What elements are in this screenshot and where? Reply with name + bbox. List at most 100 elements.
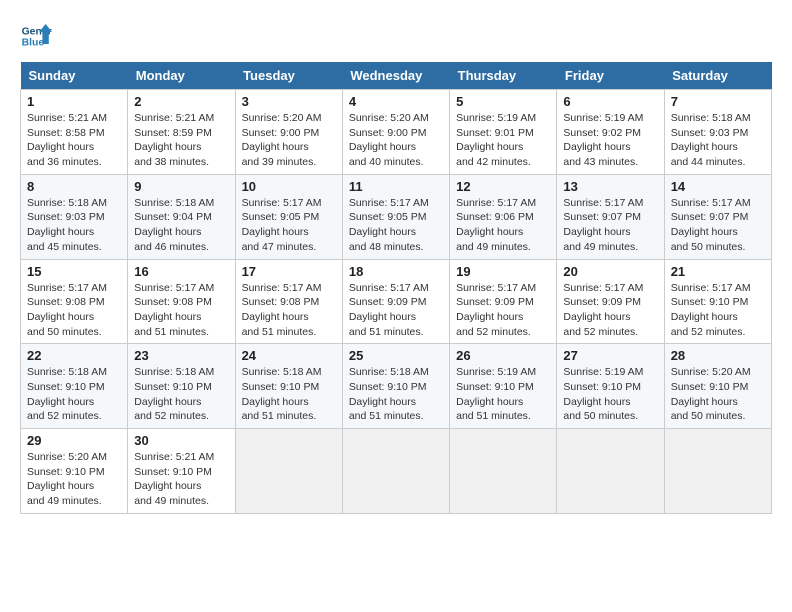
- calendar-cell: 12 Sunrise: 5:17 AM Sunset: 9:06 PM Dayl…: [450, 174, 557, 259]
- day-header-sunday: Sunday: [21, 62, 128, 90]
- day-number: 24: [242, 348, 336, 363]
- calendar-cell: 1 Sunrise: 5:21 AM Sunset: 8:58 PM Dayli…: [21, 90, 128, 175]
- calendar-cell: 16 Sunrise: 5:17 AM Sunset: 9:08 PM Dayl…: [128, 259, 235, 344]
- logo-icon: General Blue: [20, 20, 52, 52]
- day-info: Sunrise: 5:17 AM Sunset: 9:06 PM Dayligh…: [456, 196, 550, 255]
- day-info: Sunrise: 5:20 AM Sunset: 9:10 PM Dayligh…: [671, 365, 765, 424]
- day-info: Sunrise: 5:17 AM Sunset: 9:10 PM Dayligh…: [671, 281, 765, 340]
- calendar-cell: 15 Sunrise: 5:17 AM Sunset: 9:08 PM Dayl…: [21, 259, 128, 344]
- day-number: 28: [671, 348, 765, 363]
- day-info: Sunrise: 5:17 AM Sunset: 9:09 PM Dayligh…: [349, 281, 443, 340]
- day-number: 12: [456, 179, 550, 194]
- calendar-cell: 17 Sunrise: 5:17 AM Sunset: 9:08 PM Dayl…: [235, 259, 342, 344]
- day-number: 9: [134, 179, 228, 194]
- day-number: 16: [134, 264, 228, 279]
- calendar-week-5: 29 Sunrise: 5:20 AM Sunset: 9:10 PM Dayl…: [21, 429, 772, 514]
- calendar-cell: [664, 429, 771, 514]
- day-number: 25: [349, 348, 443, 363]
- day-info: Sunrise: 5:17 AM Sunset: 9:08 PM Dayligh…: [134, 281, 228, 340]
- day-header-monday: Monday: [128, 62, 235, 90]
- page-header: General Blue: [20, 20, 772, 52]
- day-info: Sunrise: 5:20 AM Sunset: 9:10 PM Dayligh…: [27, 450, 121, 509]
- calendar-cell: 6 Sunrise: 5:19 AM Sunset: 9:02 PM Dayli…: [557, 90, 664, 175]
- calendar-cell: 27 Sunrise: 5:19 AM Sunset: 9:10 PM Dayl…: [557, 344, 664, 429]
- day-number: 2: [134, 94, 228, 109]
- day-info: Sunrise: 5:17 AM Sunset: 9:09 PM Dayligh…: [563, 281, 657, 340]
- calendar-cell: 10 Sunrise: 5:17 AM Sunset: 9:05 PM Dayl…: [235, 174, 342, 259]
- day-info: Sunrise: 5:19 AM Sunset: 9:01 PM Dayligh…: [456, 111, 550, 170]
- calendar-cell: 11 Sunrise: 5:17 AM Sunset: 9:05 PM Dayl…: [342, 174, 449, 259]
- calendar-cell: 7 Sunrise: 5:18 AM Sunset: 9:03 PM Dayli…: [664, 90, 771, 175]
- day-number: 29: [27, 433, 121, 448]
- calendar-cell: 21 Sunrise: 5:17 AM Sunset: 9:10 PM Dayl…: [664, 259, 771, 344]
- logo: General Blue: [20, 20, 56, 52]
- day-info: Sunrise: 5:17 AM Sunset: 9:07 PM Dayligh…: [671, 196, 765, 255]
- calendar-cell: [342, 429, 449, 514]
- calendar-cell: 8 Sunrise: 5:18 AM Sunset: 9:03 PM Dayli…: [21, 174, 128, 259]
- calendar-cell: 23 Sunrise: 5:18 AM Sunset: 9:10 PM Dayl…: [128, 344, 235, 429]
- calendar-cell: 2 Sunrise: 5:21 AM Sunset: 8:59 PM Dayli…: [128, 90, 235, 175]
- calendar-cell: 14 Sunrise: 5:17 AM Sunset: 9:07 PM Dayl…: [664, 174, 771, 259]
- day-info: Sunrise: 5:18 AM Sunset: 9:10 PM Dayligh…: [27, 365, 121, 424]
- day-header-wednesday: Wednesday: [342, 62, 449, 90]
- day-header-thursday: Thursday: [450, 62, 557, 90]
- calendar-cell: 24 Sunrise: 5:18 AM Sunset: 9:10 PM Dayl…: [235, 344, 342, 429]
- day-info: Sunrise: 5:18 AM Sunset: 9:10 PM Dayligh…: [242, 365, 336, 424]
- day-number: 30: [134, 433, 228, 448]
- calendar-cell: 3 Sunrise: 5:20 AM Sunset: 9:00 PM Dayli…: [235, 90, 342, 175]
- day-number: 23: [134, 348, 228, 363]
- day-info: Sunrise: 5:21 AM Sunset: 8:58 PM Dayligh…: [27, 111, 121, 170]
- day-number: 13: [563, 179, 657, 194]
- calendar-cell: 13 Sunrise: 5:17 AM Sunset: 9:07 PM Dayl…: [557, 174, 664, 259]
- calendar-cell: 22 Sunrise: 5:18 AM Sunset: 9:10 PM Dayl…: [21, 344, 128, 429]
- day-info: Sunrise: 5:18 AM Sunset: 9:03 PM Dayligh…: [27, 196, 121, 255]
- day-number: 20: [563, 264, 657, 279]
- day-number: 10: [242, 179, 336, 194]
- day-info: Sunrise: 5:17 AM Sunset: 9:08 PM Dayligh…: [27, 281, 121, 340]
- calendar-cell: [450, 429, 557, 514]
- calendar-cell: [557, 429, 664, 514]
- calendar-cell: 18 Sunrise: 5:17 AM Sunset: 9:09 PM Dayl…: [342, 259, 449, 344]
- day-number: 22: [27, 348, 121, 363]
- calendar-cell: 29 Sunrise: 5:20 AM Sunset: 9:10 PM Dayl…: [21, 429, 128, 514]
- day-info: Sunrise: 5:17 AM Sunset: 9:08 PM Dayligh…: [242, 281, 336, 340]
- calendar-week-4: 22 Sunrise: 5:18 AM Sunset: 9:10 PM Dayl…: [21, 344, 772, 429]
- day-info: Sunrise: 5:18 AM Sunset: 9:10 PM Dayligh…: [134, 365, 228, 424]
- day-number: 18: [349, 264, 443, 279]
- day-info: Sunrise: 5:17 AM Sunset: 9:05 PM Dayligh…: [349, 196, 443, 255]
- day-number: 17: [242, 264, 336, 279]
- day-info: Sunrise: 5:18 AM Sunset: 9:10 PM Dayligh…: [349, 365, 443, 424]
- day-number: 1: [27, 94, 121, 109]
- day-header-tuesday: Tuesday: [235, 62, 342, 90]
- calendar-header-row: SundayMondayTuesdayWednesdayThursdayFrid…: [21, 62, 772, 90]
- day-number: 15: [27, 264, 121, 279]
- day-info: Sunrise: 5:20 AM Sunset: 9:00 PM Dayligh…: [242, 111, 336, 170]
- day-number: 21: [671, 264, 765, 279]
- calendar-cell: 4 Sunrise: 5:20 AM Sunset: 9:00 PM Dayli…: [342, 90, 449, 175]
- calendar-week-3: 15 Sunrise: 5:17 AM Sunset: 9:08 PM Dayl…: [21, 259, 772, 344]
- calendar-week-1: 1 Sunrise: 5:21 AM Sunset: 8:58 PM Dayli…: [21, 90, 772, 175]
- day-info: Sunrise: 5:19 AM Sunset: 9:02 PM Dayligh…: [563, 111, 657, 170]
- calendar-cell: 20 Sunrise: 5:17 AM Sunset: 9:09 PM Dayl…: [557, 259, 664, 344]
- day-info: Sunrise: 5:20 AM Sunset: 9:00 PM Dayligh…: [349, 111, 443, 170]
- day-number: 27: [563, 348, 657, 363]
- calendar-table: SundayMondayTuesdayWednesdayThursdayFrid…: [20, 62, 772, 514]
- calendar-cell: 9 Sunrise: 5:18 AM Sunset: 9:04 PM Dayli…: [128, 174, 235, 259]
- day-number: 8: [27, 179, 121, 194]
- day-info: Sunrise: 5:19 AM Sunset: 9:10 PM Dayligh…: [563, 365, 657, 424]
- day-info: Sunrise: 5:21 AM Sunset: 8:59 PM Dayligh…: [134, 111, 228, 170]
- calendar-week-2: 8 Sunrise: 5:18 AM Sunset: 9:03 PM Dayli…: [21, 174, 772, 259]
- day-number: 11: [349, 179, 443, 194]
- calendar-cell: 5 Sunrise: 5:19 AM Sunset: 9:01 PM Dayli…: [450, 90, 557, 175]
- day-info: Sunrise: 5:17 AM Sunset: 9:09 PM Dayligh…: [456, 281, 550, 340]
- day-info: Sunrise: 5:17 AM Sunset: 9:05 PM Dayligh…: [242, 196, 336, 255]
- day-number: 14: [671, 179, 765, 194]
- day-number: 19: [456, 264, 550, 279]
- day-number: 4: [349, 94, 443, 109]
- day-info: Sunrise: 5:18 AM Sunset: 9:03 PM Dayligh…: [671, 111, 765, 170]
- day-number: 26: [456, 348, 550, 363]
- day-header-friday: Friday: [557, 62, 664, 90]
- day-number: 7: [671, 94, 765, 109]
- day-info: Sunrise: 5:18 AM Sunset: 9:04 PM Dayligh…: [134, 196, 228, 255]
- svg-text:Blue: Blue: [22, 38, 45, 49]
